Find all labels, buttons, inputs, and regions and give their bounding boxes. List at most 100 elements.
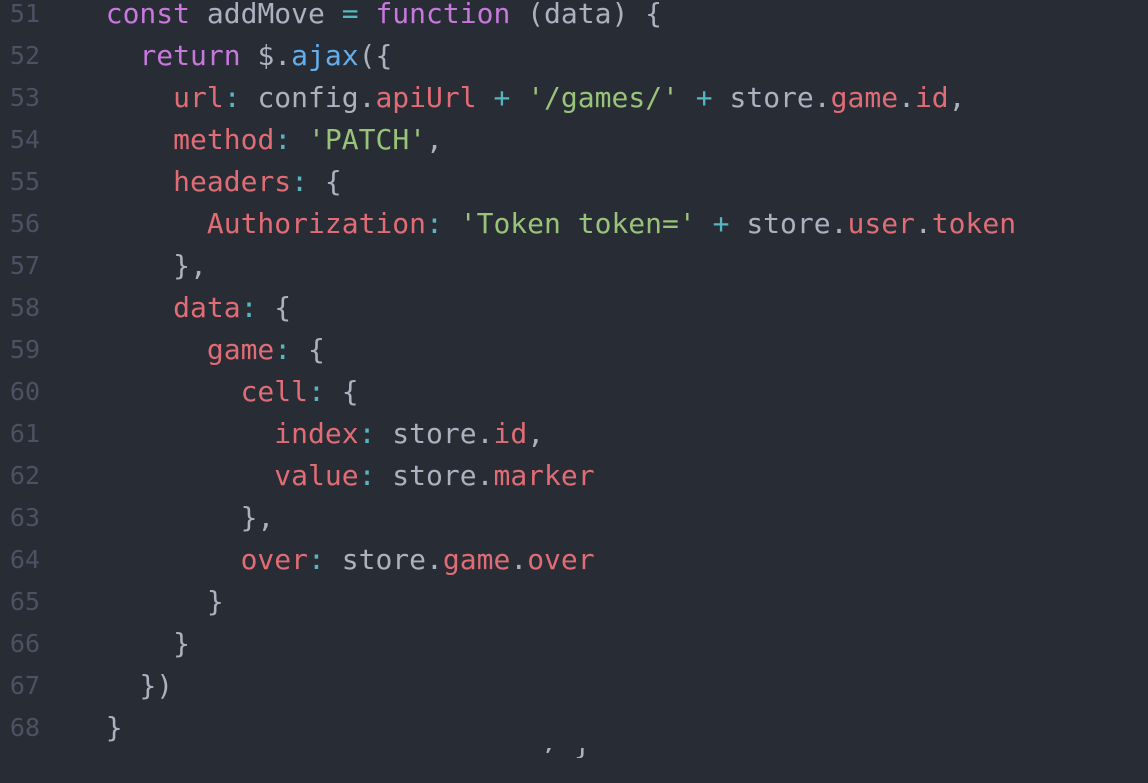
code-token: over: [527, 543, 595, 576]
line-number: 56: [9, 209, 40, 238]
code-text[interactable]: }: [72, 707, 123, 749]
code-text[interactable]: headers: {: [72, 161, 342, 203]
code-token: +: [695, 81, 713, 114]
code-text[interactable]: return $.ajax({: [72, 35, 392, 77]
code-line[interactable]: 53 url: config.apiUrl + '/games/' + stor…: [0, 77, 1148, 119]
line-number: 65: [9, 587, 40, 616]
code-token: :: [274, 123, 292, 156]
code-editor[interactable]: 51 const addMove = function (data) {52 r…: [0, 0, 1148, 783]
code-line[interactable]: 62 value: store.marker: [0, 455, 1148, 497]
code-token: }: [105, 711, 123, 744]
code-token: :: [240, 291, 258, 324]
line-number: 57: [9, 251, 40, 280]
code-token: config.: [240, 81, 376, 114]
code-token: store.: [375, 459, 494, 492]
code-token: id: [914, 81, 949, 114]
code-text[interactable]: data: {: [72, 287, 291, 329]
code-token: .: [914, 207, 932, 240]
code-line[interactable]: 54 method: 'PATCH',: [0, 119, 1148, 161]
line-number: 58: [9, 293, 40, 322]
code-line[interactable]: 56 Authorization: 'Token token=' + store…: [0, 203, 1148, 245]
code-token: Authorization: [206, 207, 427, 240]
line-number: 62: [9, 461, 40, 490]
code-line[interactable]: 66 }: [0, 623, 1148, 665]
code-token: },: [173, 249, 207, 282]
code-token: cell: [240, 375, 309, 408]
code-line[interactable]: 58 data: {: [0, 287, 1148, 329]
code-line[interactable]: 65 }: [0, 581, 1148, 623]
code-token: data: [173, 291, 241, 324]
code-token: :: [274, 333, 292, 366]
code-token: {: [257, 291, 292, 324]
code-token: {: [291, 333, 325, 366]
code-token: =: [341, 0, 359, 30]
code-text[interactable]: cell: {: [72, 371, 359, 413]
code-text[interactable]: }: [72, 581, 224, 623]
code-token: headers: [173, 165, 292, 198]
code-text[interactable]: },: [72, 245, 207, 287]
code-token: apiUrl: [375, 81, 477, 114]
line-number: 60: [9, 377, 40, 406]
line-number: 64: [9, 545, 40, 574]
code-token: game: [442, 543, 511, 576]
code-text[interactable]: const addMove = function (data) {: [72, 0, 662, 35]
code-token: index: [274, 417, 359, 450]
code-token: }: [173, 627, 191, 660]
code-token: token: [931, 207, 1017, 240]
code-line[interactable]: 52 return $.ajax({: [0, 35, 1148, 77]
code-token: 'Token token=': [459, 207, 696, 240]
code-line[interactable]: 61 index: store.id,: [0, 413, 1148, 455]
code-token: }): [139, 669, 174, 702]
code-token: id: [493, 417, 528, 450]
code-line[interactable]: 55 headers: {: [0, 161, 1148, 203]
code-line[interactable]: 68 }: [0, 707, 1148, 749]
code-token: :: [358, 459, 376, 492]
code-text[interactable]: },: [72, 497, 275, 539]
code-token: {: [324, 375, 359, 408]
line-number: 66: [9, 629, 40, 658]
code-text[interactable]: index: store.id,: [72, 413, 544, 455]
code-token: :: [291, 165, 309, 198]
code-text[interactable]: }): [72, 665, 173, 707]
code-text[interactable]: game: {: [72, 329, 325, 371]
code-text[interactable]: }: [72, 623, 190, 665]
code-text[interactable]: method: 'PATCH',: [72, 119, 443, 161]
code-text[interactable]: value: store.marker: [72, 455, 594, 497]
code-token: const: [105, 0, 191, 30]
code-line[interactable]: 57 },: [0, 245, 1148, 287]
code-token: ajax: [291, 39, 359, 72]
code-text[interactable]: url: config.apiUrl + '/games/' + store.g…: [72, 77, 966, 119]
code-line[interactable]: 67 }): [0, 665, 1148, 707]
code-text[interactable]: Authorization: 'Token token=' + store.us…: [72, 203, 1016, 245]
code-token: addMove: [190, 0, 342, 30]
code-token: $.: [240, 39, 292, 72]
code-token: game: [206, 333, 275, 366]
code-line[interactable]: 60 cell: {: [0, 371, 1148, 413]
code-token: ({: [358, 39, 393, 72]
code-token: :: [308, 375, 325, 408]
code-token: return: [139, 39, 241, 72]
code-line[interactable]: 64 over: store.game.over: [0, 539, 1148, 581]
code-token: (data) {: [510, 0, 663, 30]
code-token: store.: [375, 417, 494, 450]
code-token: ,: [948, 81, 966, 114]
code-token: '/games/': [527, 81, 679, 114]
code-line[interactable]: 51 const addMove = function (data) {: [0, 0, 1148, 35]
code-line[interactable]: 59 game: {: [0, 329, 1148, 371]
code-line[interactable]: 63 },: [0, 497, 1148, 539]
code-token: ,: [527, 417, 545, 450]
code-token: function: [375, 0, 511, 30]
code-text[interactable]: over: store.game.over: [72, 539, 595, 581]
